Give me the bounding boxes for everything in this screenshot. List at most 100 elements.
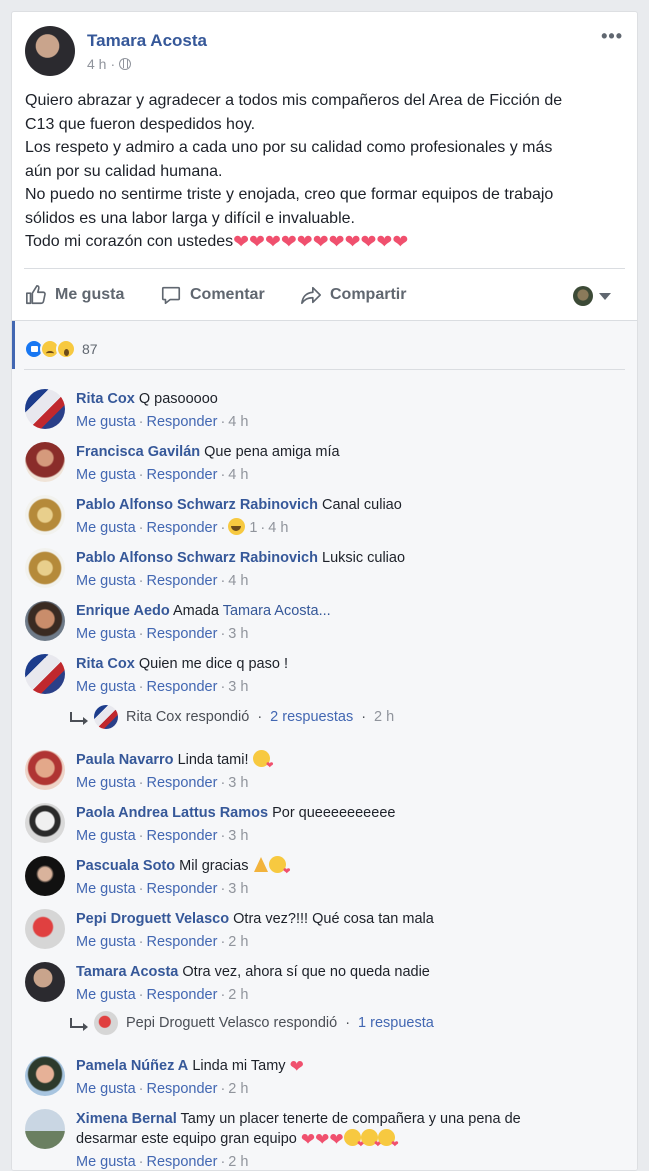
comment-meta: Me gusta · Responder · 2 h [76, 1081, 249, 1097]
comment-meta: Me gusta · Responder · 2 h [76, 934, 249, 950]
kiss-emoji-icon [269, 856, 290, 881]
comment-like-link[interactable]: Me gusta [76, 934, 136, 950]
post-author-name[interactable]: Tamara Acosta [87, 31, 207, 51]
comment-reply-link[interactable]: Responder [147, 1154, 218, 1170]
heart-emoji-icon: ❤❤❤❤❤❤❤❤❤❤❤ [233, 232, 409, 253]
comment-time[interactable]: 2 h [228, 1154, 248, 1170]
commenter-name[interactable]: Paula Navarro [76, 752, 174, 768]
commenter-avatar[interactable] [25, 495, 65, 535]
comment: Pepi Droguett Velasco Otra vez?!!! Qué c… [12, 905, 637, 957]
comment: Ximena Bernal Tamy un placer tenerte de … [12, 1105, 637, 1170]
commenter-avatar[interactable] [25, 856, 65, 896]
comment-reply-link[interactable]: Responder [147, 828, 218, 844]
comment-like-link[interactable]: Me gusta [76, 881, 136, 897]
comment-reply-link[interactable]: Responder [147, 987, 218, 1003]
laugh-reaction-icon[interactable] [228, 518, 246, 535]
commenter-avatar[interactable] [25, 389, 65, 429]
more-options-icon[interactable]: ••• [601, 26, 623, 47]
commenter-avatar[interactable] [25, 601, 65, 641]
comment-reply-link[interactable]: Responder [147, 467, 218, 483]
comment-reply-link[interactable]: Responder [147, 1081, 218, 1097]
comment-body: Francisca Gavilán Que pena amiga mía Me … [76, 442, 626, 485]
comment-text: Q pasooooo [138, 391, 218, 407]
comment-time[interactable]: 3 h [228, 626, 248, 642]
comment: Rita Cox Quien me dice q paso ! Me gusta… [12, 650, 637, 702]
commenter-avatar[interactable] [25, 750, 65, 790]
comments-section: 87 Rita Cox Q pasooooo Me gusta · Responde… [12, 320, 637, 1170]
commenter-avatar[interactable] [25, 909, 65, 949]
comment-like-link[interactable]: Me gusta [76, 828, 136, 844]
author-avatar[interactable] [25, 26, 75, 76]
comment-like-link[interactable]: Me gusta [76, 626, 136, 642]
comment-like-link[interactable]: Me gusta [76, 467, 136, 483]
divider [24, 369, 625, 370]
comment-like-link[interactable]: Me gusta [76, 1154, 136, 1170]
post-time[interactable]: 4 h [87, 56, 106, 72]
reply-author: Rita Cox respondió [126, 709, 250, 725]
comment-button[interactable]: Comentar [160, 284, 265, 306]
comment-time[interactable]: 2 h [228, 987, 248, 1003]
comment-text: Otra vez?!!! Qué cosa tan mala [233, 911, 434, 927]
comment-time[interactable]: 4 h [268, 520, 288, 536]
comment-reply-link[interactable]: Responder [147, 679, 218, 695]
comment-meta: Me gusta · Responder · 3 h [76, 828, 249, 844]
commenter-name[interactable]: Pamela Núñez A [76, 1058, 188, 1074]
comment-time[interactable]: 4 h [228, 573, 248, 589]
comment-reply-link[interactable]: Responder [147, 626, 218, 642]
comment-like-link[interactable]: Me gusta [76, 520, 136, 536]
comment-time[interactable]: 2 h [228, 934, 248, 950]
comment-like-link[interactable]: Me gusta [76, 679, 136, 695]
accent-bar [12, 321, 15, 369]
comment-like-link[interactable]: Me gusta [76, 775, 136, 791]
comment-time[interactable]: 4 h [228, 414, 248, 430]
comment-time[interactable]: 3 h [228, 775, 248, 791]
comment-reply-link[interactable]: Responder [147, 520, 218, 536]
comment-reply-link[interactable]: Responder [147, 414, 218, 430]
commenter-avatar[interactable] [25, 654, 65, 694]
commenter-avatar[interactable] [25, 1109, 65, 1149]
comment-reply-link[interactable]: Responder [147, 573, 218, 589]
commenter-avatar[interactable] [25, 442, 65, 482]
commenter-name[interactable]: Rita Cox [76, 391, 135, 407]
kiss-emoji-icon [343, 1129, 365, 1154]
comment-body: Pablo Alfonso Schwarz Rabinovich Luksic … [76, 548, 626, 591]
comment-reply-link[interactable]: Responder [147, 881, 218, 897]
commenter-name[interactable]: Paola Andrea Lattus Ramos [76, 805, 268, 821]
comment-like-link[interactable]: Me gusta [76, 414, 136, 430]
commenter-avatar[interactable] [25, 962, 65, 1002]
commenter-avatar[interactable] [25, 1056, 65, 1096]
commenter-name[interactable]: Pablo Alfonso Schwarz Rabinovich [76, 497, 318, 513]
comment-tag-link[interactable]: Tamara Acosta... [223, 603, 331, 619]
comment-time[interactable]: 3 h [228, 679, 248, 695]
view-replies-link[interactable]: Pepi Droguett Velasco respondió · 1 resp… [70, 1011, 434, 1035]
reply-time: 2 h [374, 709, 395, 725]
commenter-name[interactable]: Tamara Acosta [76, 964, 178, 980]
commenter-avatar[interactable] [25, 803, 65, 843]
comment-time[interactable]: 3 h [228, 881, 248, 897]
comment-like-link[interactable]: Me gusta [76, 987, 136, 1003]
reactions-summary[interactable]: 87 [24, 337, 98, 361]
comment-reply-link[interactable]: Responder [147, 934, 218, 950]
commenter-name[interactable]: Francisca Gavilán [76, 444, 200, 460]
comment-like-link[interactable]: Me gusta [76, 573, 136, 589]
commenter-name[interactable]: Rita Cox [76, 656, 135, 672]
like-button[interactable]: Me gusta [25, 284, 124, 306]
profile-selector[interactable] [573, 286, 611, 306]
commenter-avatar[interactable] [25, 548, 65, 588]
view-replies-link[interactable]: Rita Cox respondió · 2 respuestas · 2 h [70, 705, 394, 729]
share-button[interactable]: Compartir [300, 284, 406, 306]
comment-text: Otra vez, ahora sí que no queda nadie [182, 964, 430, 980]
comment-like-link[interactable]: Me gusta [76, 1081, 136, 1097]
comment-time[interactable]: 3 h [228, 828, 248, 844]
comment-time[interactable]: 4 h [228, 467, 248, 483]
comment-time[interactable]: 2 h [228, 1081, 248, 1097]
comment-reply-link[interactable]: Responder [147, 775, 218, 791]
commenter-name[interactable]: Ximena Bernal [76, 1111, 177, 1127]
post-line: sólidos es una labor larga y difícil e i… [25, 209, 355, 227]
comment-reaction-count[interactable]: 1 [249, 520, 257, 536]
commenter-name[interactable]: Pepi Droguett Velasco [76, 911, 229, 927]
commenter-name[interactable]: Pablo Alfonso Schwarz Rabinovich [76, 550, 318, 566]
comment-body: Pablo Alfonso Schwarz Rabinovich Canal c… [76, 495, 626, 538]
commenter-name[interactable]: Enrique Aedo [76, 603, 170, 619]
commenter-name[interactable]: Pascuala Soto [76, 858, 175, 874]
